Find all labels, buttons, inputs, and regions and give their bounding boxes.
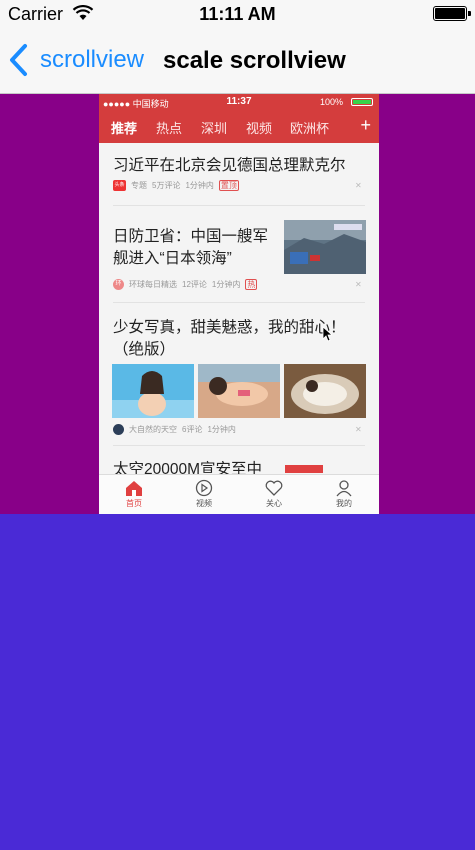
bottom-tab-home[interactable]: 首页 — [99, 479, 169, 509]
home-icon — [126, 481, 142, 496]
clock: 11:11 AM — [199, 4, 276, 24]
divider — [113, 445, 365, 446]
bottom-tab-follow[interactable]: 关心 — [239, 479, 309, 509]
battery-icon — [433, 6, 471, 21]
divider — [113, 302, 365, 303]
news-item[interactable]: 日防卫省：中国一艘军舰进入“日本领海” — [113, 226, 268, 270]
bottom-tab-video[interactable]: 视频 — [169, 479, 239, 509]
pinned-tag: 置顶 — [218, 180, 239, 191]
news-item[interactable]: 太空20000M宣安至中 — [113, 459, 293, 474]
inner-status-bar: ●●●●● 中国移动 11:37 100% — [99, 94, 379, 110]
bottom-tab-bar: 首页 视频 关心 我的 — [99, 474, 379, 514]
scaled-content[interactable]: ●●●●● 中国移动 11:37 100% 推荐 热点 深圳 视频 欧洲杯 + … — [99, 94, 379, 514]
back-button-label: scrollview — [40, 46, 145, 73]
tab-hot[interactable]: 热点 — [156, 118, 182, 137]
news-item[interactable]: 习近平在北京会见德国总理默克尔 — [113, 155, 365, 177]
news-photo-2 — [198, 364, 280, 418]
news-source: 专题 — [131, 181, 147, 190]
tab-video[interactable]: 视频 — [246, 118, 272, 137]
navigation-bar: scrollview scale scrollview — [0, 28, 475, 94]
news-photo-3 — [284, 364, 366, 418]
news-meta: 环 环球每日精选 12评论 1分钟内 热 — [113, 279, 258, 290]
source-avatar — [113, 424, 124, 435]
source-avatar: 环 — [113, 279, 124, 290]
dismiss-icon[interactable]: ✕ — [355, 181, 362, 190]
news-comments: 12评论 — [182, 280, 207, 289]
news-time: 1分钟内 — [207, 425, 236, 434]
bottom-tab-label: 关心 — [266, 499, 282, 508]
add-channel-icon[interactable]: + — [360, 115, 371, 136]
dismiss-icon[interactable]: ✕ — [355, 425, 362, 434]
news-time: 1分钟内 — [211, 280, 241, 289]
divider — [113, 205, 365, 206]
bottom-tab-label: 视频 — [196, 499, 212, 508]
tab-shenzhen[interactable]: 深圳 — [201, 118, 227, 137]
news-comments: 5万评论 — [152, 181, 181, 190]
tab-euro-cup[interactable]: 欧洲杯 — [290, 118, 329, 137]
bottom-tab-me[interactable]: 我的 — [309, 479, 379, 509]
news-thumbnail — [284, 220, 366, 274]
news-headline: 习近平在北京会见德国总理默克尔 — [113, 157, 346, 174]
cursor-icon — [322, 326, 332, 342]
inner-battery-percent: 100% — [319, 97, 343, 107]
person-icon — [336, 480, 352, 497]
inner-battery-icon — [351, 98, 373, 106]
dismiss-icon[interactable]: ✕ — [355, 280, 362, 289]
news-meta: 头条 专题 5万评论 1分钟内 置顶 — [113, 180, 239, 191]
live-badge — [285, 465, 323, 473]
news-headline: 太空20000M宣安至中 — [113, 461, 263, 474]
bottom-tab-label: 首页 — [126, 499, 142, 508]
news-source: 大自然的天空 — [129, 425, 177, 434]
news-headline: 日防卫省：中国一艘军舰进入“日本领海” — [113, 228, 269, 267]
chevron-left-icon — [10, 44, 27, 76]
page-title: scale scrollview — [163, 47, 346, 74]
news-feed[interactable]: 习近平在北京会见德国总理默克尔 头条 专题 5万评论 1分钟内 置顶 ✕ 日防卫… — [99, 143, 379, 474]
heart-icon — [265, 480, 283, 496]
news-photo-1 — [112, 364, 194, 418]
news-time: 1分钟内 — [185, 181, 214, 190]
hot-tag: 热 — [245, 279, 258, 290]
news-comments: 6评论 — [182, 425, 203, 434]
tab-recommended[interactable]: 推荐 — [111, 118, 137, 137]
status-bar: Carrier 11:11 AM — [0, 0, 475, 28]
news-meta: 大自然的天空 6评论 1分钟内 — [113, 424, 236, 435]
video-icon — [195, 479, 213, 497]
back-button[interactable]: scrollview — [8, 42, 144, 78]
source-badge: 头条 — [113, 180, 126, 191]
news-source: 环球每日精选 — [129, 280, 177, 289]
channel-tabs: 推荐 热点 深圳 视频 欧洲杯 + — [99, 110, 379, 143]
bottom-tab-label: 我的 — [336, 499, 352, 508]
